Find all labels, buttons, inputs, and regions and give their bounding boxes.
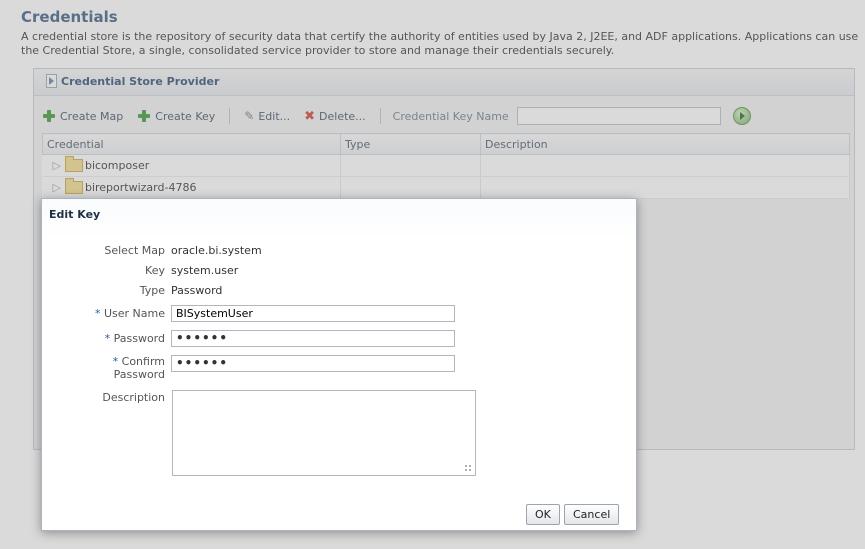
key-value: system.user — [171, 264, 239, 277]
credential-description — [480, 176, 850, 199]
expand-arrow-icon[interactable]: ▷ — [53, 181, 61, 194]
credential-name: bicomposer — [84, 158, 150, 172]
create-map-button[interactable]: Create Map — [38, 109, 127, 123]
column-header-credential[interactable]: Credential — [42, 133, 341, 155]
credential-type — [340, 154, 481, 177]
search-label: Credential Key Name — [392, 109, 509, 123]
create-map-label: Create Map — [60, 109, 124, 123]
required-indicator: * — [94, 307, 104, 320]
confirm-password-input[interactable]: •••••• — [171, 355, 455, 372]
key-row: Key system.user — [42, 264, 238, 277]
edit-button[interactable]: ✎ Edit... — [240, 109, 294, 123]
create-key-label: Create Key — [155, 109, 216, 123]
required-indicator: * — [104, 332, 114, 345]
column-header-type[interactable]: Type — [340, 133, 481, 155]
confirm-password-row: * Confirm Password •••••• — [42, 355, 455, 381]
type-value: Password — [171, 284, 223, 297]
confirm-password-label: * Confirm Password — [42, 355, 171, 381]
pencil-icon: ✎ — [244, 109, 255, 123]
table-row[interactable]: ▷ bireportwizard-4786 — [42, 176, 850, 199]
search-go-icon[interactable] — [732, 107, 751, 125]
key-label: Key — [145, 264, 165, 277]
description-label: Description — [102, 391, 165, 404]
credential-type — [340, 176, 481, 199]
folder-icon — [64, 156, 83, 173]
resize-grip-icon[interactable] — [464, 464, 472, 472]
dialog-title: Edit Key — [49, 208, 101, 221]
select-map-value: oracle.bi.system — [171, 244, 262, 257]
password-label: * Password — [42, 332, 171, 345]
column-header-description[interactable]: Description — [480, 133, 850, 155]
page-description: A credential store is the repository of … — [21, 30, 859, 57]
edit-label: Edit... — [258, 109, 291, 123]
folder-icon — [64, 178, 83, 195]
panel-header-label: Credential Store Provider — [61, 75, 220, 88]
credential-description — [480, 154, 850, 177]
credential-key-search-input[interactable] — [516, 107, 721, 125]
description-row: Description — [42, 391, 171, 404]
add-icon — [42, 109, 56, 123]
user-name-input[interactable] — [171, 305, 455, 322]
edit-key-dialog: Edit Key Select Map oracle.bi.system Key… — [41, 198, 637, 531]
user-name-label: * User Name — [42, 307, 171, 320]
table-row[interactable]: ▷ bicomposer — [42, 154, 850, 177]
page-title: Credentials — [21, 8, 118, 26]
cancel-button[interactable]: Cancel — [564, 504, 620, 525]
create-key-button[interactable]: Create Key — [133, 109, 219, 123]
type-label: Type — [139, 284, 165, 297]
add-icon — [137, 109, 151, 123]
required-indicator: * — [112, 355, 122, 368]
select-map-label: Select Map — [104, 244, 165, 257]
select-map-row: Select Map oracle.bi.system — [42, 244, 262, 257]
delete-label: Delete... — [319, 109, 366, 123]
credential-name: bireportwizard-4786 — [84, 180, 197, 194]
type-row: Type Password — [42, 284, 223, 297]
password-input[interactable]: •••••• — [171, 330, 455, 347]
description-textarea[interactable] — [172, 390, 476, 476]
toolbar-separator — [229, 108, 231, 124]
password-row: * Password •••••• — [42, 330, 455, 347]
expand-collapse-icon[interactable] — [46, 74, 57, 88]
panel-header[interactable]: Credential Store Provider — [34, 69, 854, 96]
confirm-label-line1: Confirm — [121, 355, 165, 368]
ok-button[interactable]: OK — [526, 504, 560, 525]
confirm-label-line2: Password — [113, 368, 165, 381]
expand-arrow-icon[interactable]: ▷ — [53, 159, 61, 172]
toolbar-separator — [379, 108, 381, 124]
credentials-table: Credential Type Description ▷ bicomposer … — [42, 133, 850, 199]
delete-button[interactable]: ✖ Delete... — [300, 109, 370, 124]
toolbar: Create Map Create Key ✎ Edit... ✖ Delete… — [38, 105, 850, 127]
user-name-label-text: User Name — [103, 307, 165, 320]
user-name-row: * User Name — [42, 305, 455, 322]
delete-icon: ✖ — [304, 108, 316, 124]
password-label-text: Password — [113, 332, 165, 345]
